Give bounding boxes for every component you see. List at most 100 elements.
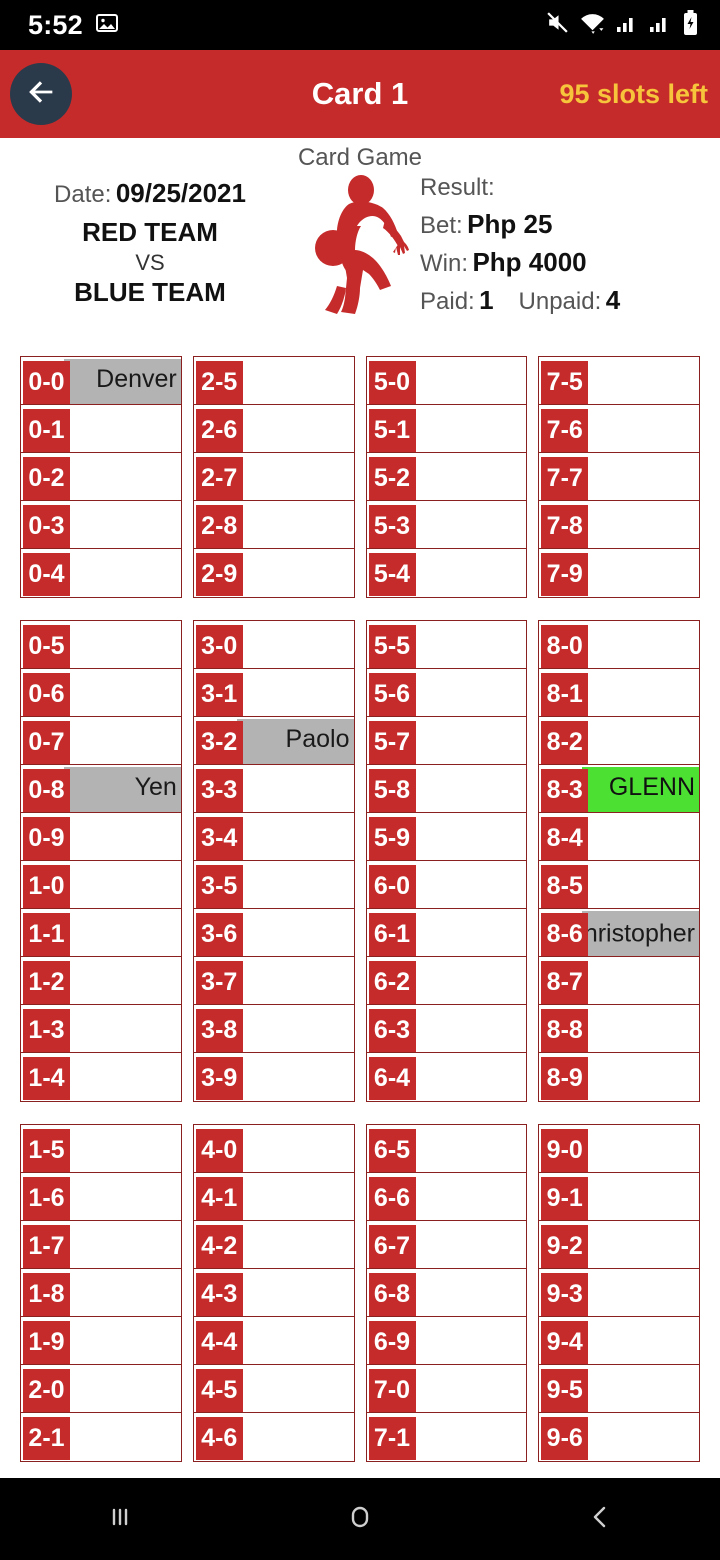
slot-cell[interactable]: 7-5	[539, 357, 699, 405]
slot-cell[interactable]: 2-8	[193, 501, 354, 549]
slot-cell[interactable]: 9-5	[539, 1365, 699, 1413]
slot-cell[interactable]: 9-3	[539, 1269, 699, 1317]
slot-cell[interactable]: 1-1	[21, 909, 181, 957]
slot-cell[interactable]: 4-4	[193, 1317, 354, 1365]
slot-cell[interactable]: 5-0	[366, 357, 527, 405]
win-value: Php 4000	[472, 247, 587, 277]
slot-cell[interactable]: 9-2	[539, 1221, 699, 1269]
slot-cell[interactable]: 3-1	[193, 669, 354, 717]
slot-cell[interactable]: 8-0	[539, 621, 699, 669]
slot-cell[interactable]: 3-0	[193, 621, 354, 669]
slot-cell[interactable]: 1-7	[21, 1221, 181, 1269]
slot-cell[interactable]: 1-3	[21, 1005, 181, 1053]
slot-cell[interactable]: 6-1	[366, 909, 527, 957]
slot-cell[interactable]: 5-1	[366, 405, 527, 453]
slot-cell[interactable]: 7-1	[366, 1413, 527, 1461]
slot-cell[interactable]: 5-8	[366, 765, 527, 813]
slot-code: 5-8	[368, 769, 416, 812]
slot-cell[interactable]: 3-7	[193, 957, 354, 1005]
slot-cell[interactable]: 7-8	[539, 501, 699, 549]
slot-cell[interactable]: 1-8	[21, 1269, 181, 1317]
slot-cell[interactable]: 0-1	[21, 405, 181, 453]
slot-cell[interactable]: Paolo 3-2	[193, 717, 354, 765]
slot-code: 8-8	[541, 1009, 589, 1052]
back-icon[interactable]	[580, 1497, 620, 1542]
slot-cell[interactable]: 3-3	[193, 765, 354, 813]
slot-cell[interactable]: 7-7	[539, 453, 699, 501]
slot-owner-area	[582, 959, 699, 1004]
slot-cell[interactable]: 6-3	[366, 1005, 527, 1053]
slot-cell[interactable]: 8-8	[539, 1005, 699, 1053]
slot-cell[interactable]: 4-3	[193, 1269, 354, 1317]
home-icon[interactable]	[340, 1497, 380, 1542]
slot-cell[interactable]: 0-2	[21, 453, 181, 501]
slot-cell[interactable]: 5-5	[366, 621, 527, 669]
slot-cell[interactable]: 8-9	[539, 1053, 699, 1101]
slot-cell[interactable]: 2-6	[193, 405, 354, 453]
slot-cell[interactable]: 0-5	[21, 621, 181, 669]
slot-cell[interactable]: Yen 0-8	[21, 765, 181, 813]
slot-cell[interactable]: 8-5	[539, 861, 699, 909]
slot-cell[interactable]: 5-3	[366, 501, 527, 549]
slot-cell[interactable]: 6-6	[366, 1173, 527, 1221]
slot-cell[interactable]: 3-9	[193, 1053, 354, 1101]
slot-cell[interactable]: 7-9	[539, 549, 699, 597]
slot-cell[interactable]: 7-6	[539, 405, 699, 453]
back-button[interactable]	[10, 63, 72, 125]
slot-cell[interactable]: 5-4	[366, 549, 527, 597]
slot-cell[interactable]: 0-7	[21, 717, 181, 765]
slot-owner-area: Yen	[64, 767, 181, 812]
slot-cell[interactable]: 2-9	[193, 549, 354, 597]
slot-cell[interactable]: GLENN 8-3	[539, 765, 699, 813]
slot-cell[interactable]: 6-2	[366, 957, 527, 1005]
slot-cell[interactable]: 8-1	[539, 669, 699, 717]
slot-cell[interactable]: 9-1	[539, 1173, 699, 1221]
slot-cell[interactable]: 1-0	[21, 861, 181, 909]
slot-cell[interactable]: 6-7	[366, 1221, 527, 1269]
slot-owner-area	[64, 1055, 181, 1101]
slot-cell[interactable]: 6-5	[366, 1125, 527, 1173]
slot-cell[interactable]: 0-3	[21, 501, 181, 549]
slot-cell[interactable]: 2-1	[21, 1413, 181, 1461]
slot-cell[interactable]: 5-2	[366, 453, 527, 501]
slot-cell[interactable]: 9-4	[539, 1317, 699, 1365]
slot-cell[interactable]: 2-0	[21, 1365, 181, 1413]
slot-cell[interactable]: 3-8	[193, 1005, 354, 1053]
slot-cell[interactable]: 4-2	[193, 1221, 354, 1269]
slot-cell[interactable]: 3-4	[193, 813, 354, 861]
slot-cell[interactable]: 7-0	[366, 1365, 527, 1413]
recents-icon[interactable]	[100, 1497, 140, 1542]
slot-cell[interactable]: 2-7	[193, 453, 354, 501]
slot-cell[interactable]: 1-2	[21, 957, 181, 1005]
slot-cell[interactable]: 8-4	[539, 813, 699, 861]
slot-cell[interactable]: 0-4	[21, 549, 181, 597]
slot-cell[interactable]: 1-4	[21, 1053, 181, 1101]
slot-cell[interactable]: 4-0	[193, 1125, 354, 1173]
slot-cell[interactable]: Denver 0-0	[21, 357, 181, 405]
slot-cell[interactable]: 9-6	[539, 1413, 699, 1461]
slot-cell[interactable]: 4-6	[193, 1413, 354, 1461]
slot-cell[interactable]: 6-4	[366, 1053, 527, 1101]
slot-cell[interactable]: 0-6	[21, 669, 181, 717]
slot-code: 1-4	[23, 1057, 70, 1100]
slot-cell[interactable]: 1-9	[21, 1317, 181, 1365]
slot-cell[interactable]: Christopher 8-6	[539, 909, 699, 957]
slot-cell[interactable]: 6-9	[366, 1317, 527, 1365]
slot-cell[interactable]: 1-5	[21, 1125, 181, 1173]
slot-cell[interactable]: 6-8	[366, 1269, 527, 1317]
slot-cell[interactable]: 5-6	[366, 669, 527, 717]
slot-cell[interactable]: 3-6	[193, 909, 354, 957]
slot-cell[interactable]: 1-6	[21, 1173, 181, 1221]
slot-cell[interactable]: 5-9	[366, 813, 527, 861]
slot-cell[interactable]: 9-0	[539, 1125, 699, 1173]
slot-cell[interactable]: 8-7	[539, 957, 699, 1005]
slot-cell[interactable]: 8-2	[539, 717, 699, 765]
slot-cell[interactable]: 6-0	[366, 861, 527, 909]
slot-cell[interactable]: 2-5	[193, 357, 354, 405]
slot-cell[interactable]: 0-9	[21, 813, 181, 861]
slot-cell[interactable]: 3-5	[193, 861, 354, 909]
slot-cell[interactable]: 5-7	[366, 717, 527, 765]
slot-cell[interactable]: 4-1	[193, 1173, 354, 1221]
slot-cell[interactable]: 4-5	[193, 1365, 354, 1413]
result-summary: Result: Bet: Php 25 Win: Php 4000 Paid: …	[420, 174, 720, 323]
